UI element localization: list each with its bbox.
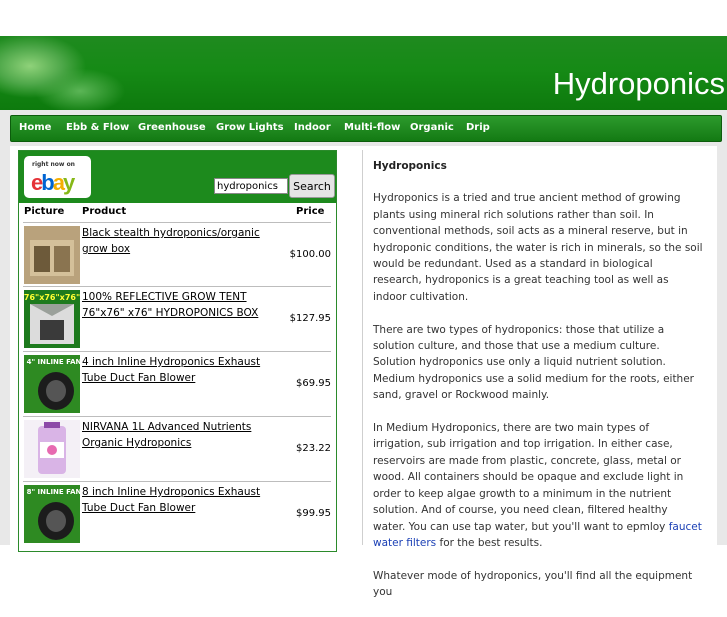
ebay-search-input[interactable]	[214, 178, 288, 194]
product-link[interactable]: 8 inch Inline Hydroponics Exhaust Tube D…	[82, 484, 282, 516]
article-paragraph: Whatever mode of hydroponics, you'll fin…	[373, 569, 693, 599]
ebay-tagline: right now on	[32, 161, 75, 168]
nav-item-ebb-flow[interactable]: Ebb & Flow	[66, 122, 129, 133]
product-thumbnail[interactable]	[24, 226, 80, 284]
column-header-picture: Picture	[24, 206, 65, 217]
nav-item-drip[interactable]: Drip	[466, 122, 490, 133]
svg-text:4" INLINE FAN: 4" INLINE FAN	[27, 358, 80, 366]
column-divider	[362, 150, 363, 545]
article-paragraph: In Medium Hydroponics, there are two mai…	[373, 422, 702, 549]
ebay-search-button[interactable]: Search	[289, 174, 335, 198]
nav-item-grow-lights[interactable]: Grow Lights	[216, 122, 284, 133]
product-thumbnail[interactable]: 4" INLINE FAN	[24, 355, 82, 413]
site-title: Hydroponics	[552, 66, 725, 101]
article-paragraph: Hydroponics is a tried and true ancient …	[373, 192, 703, 303]
product-thumbnail[interactable]: 76"x76"x76"	[24, 290, 80, 348]
product-thumbnail[interactable]: 8" INLINE FAN	[24, 485, 82, 543]
product-row: 76"x76"x76" 100% REFLECTIVE GROW TENT 76…	[23, 286, 331, 350]
nav-item-indoor[interactable]: Indoor	[294, 122, 331, 133]
main-nav: Home Ebb & Flow Greenhouse Grow Lights I…	[10, 115, 722, 142]
product-link[interactable]: Black stealth hydroponics/organic grow b…	[82, 225, 282, 257]
product-price: $69.95	[296, 378, 331, 389]
svg-text:8" INLINE FAN: 8" INLINE FAN	[27, 488, 80, 496]
nav-item-home[interactable]: Home	[19, 122, 51, 133]
product-row: Black stealth hydroponics/organic grow b…	[23, 222, 331, 286]
site-header: Hydroponics	[0, 36, 727, 110]
article: Hydroponics Hydroponics is a tried and t…	[373, 158, 703, 617]
ebay-wordmark: ebay	[31, 170, 75, 195]
product-price: $100.00	[289, 249, 331, 260]
leaf-banner-image	[0, 36, 140, 110]
product-thumbnail[interactable]	[24, 420, 80, 478]
article-paragraph: There are two types of hydroponics: thos…	[373, 323, 694, 402]
ebay-widget-header: right now on ebay Search	[19, 151, 336, 203]
article-heading: Hydroponics	[373, 160, 447, 172]
product-row: 8" INLINE FAN 8 inch Inline Hydroponics …	[23, 481, 331, 545]
nav-item-greenhouse[interactable]: Greenhouse	[138, 122, 206, 133]
product-link[interactable]: 100% REFLECTIVE GROW TENT 76"x76" x76" H…	[82, 289, 282, 321]
product-row: NIRVANA 1L Advanced Nutrients Organic Hy…	[23, 416, 331, 480]
nav-item-organic[interactable]: Organic	[410, 122, 454, 133]
ebay-logo[interactable]: right now on ebay	[24, 156, 91, 198]
product-link[interactable]: 4 inch Inline Hydroponics Exhaust Tube D…	[82, 354, 282, 386]
product-row: 4" INLINE FAN 4 inch Inline Hydroponics …	[23, 351, 331, 415]
nav-item-multi-flow[interactable]: Multi-flow	[344, 122, 400, 133]
svg-text:76"x76"x76": 76"x76"x76"	[24, 293, 80, 302]
column-header-product: Product	[82, 206, 127, 217]
product-price: $23.22	[296, 443, 331, 454]
column-header-price: Price	[296, 206, 325, 217]
product-price: $99.95	[296, 508, 331, 519]
ebay-widget: right now on ebay Search Picture Product…	[18, 150, 337, 552]
product-price: $127.95	[289, 313, 331, 324]
product-link[interactable]: NIRVANA 1L Advanced Nutrients Organic Hy…	[82, 419, 282, 451]
